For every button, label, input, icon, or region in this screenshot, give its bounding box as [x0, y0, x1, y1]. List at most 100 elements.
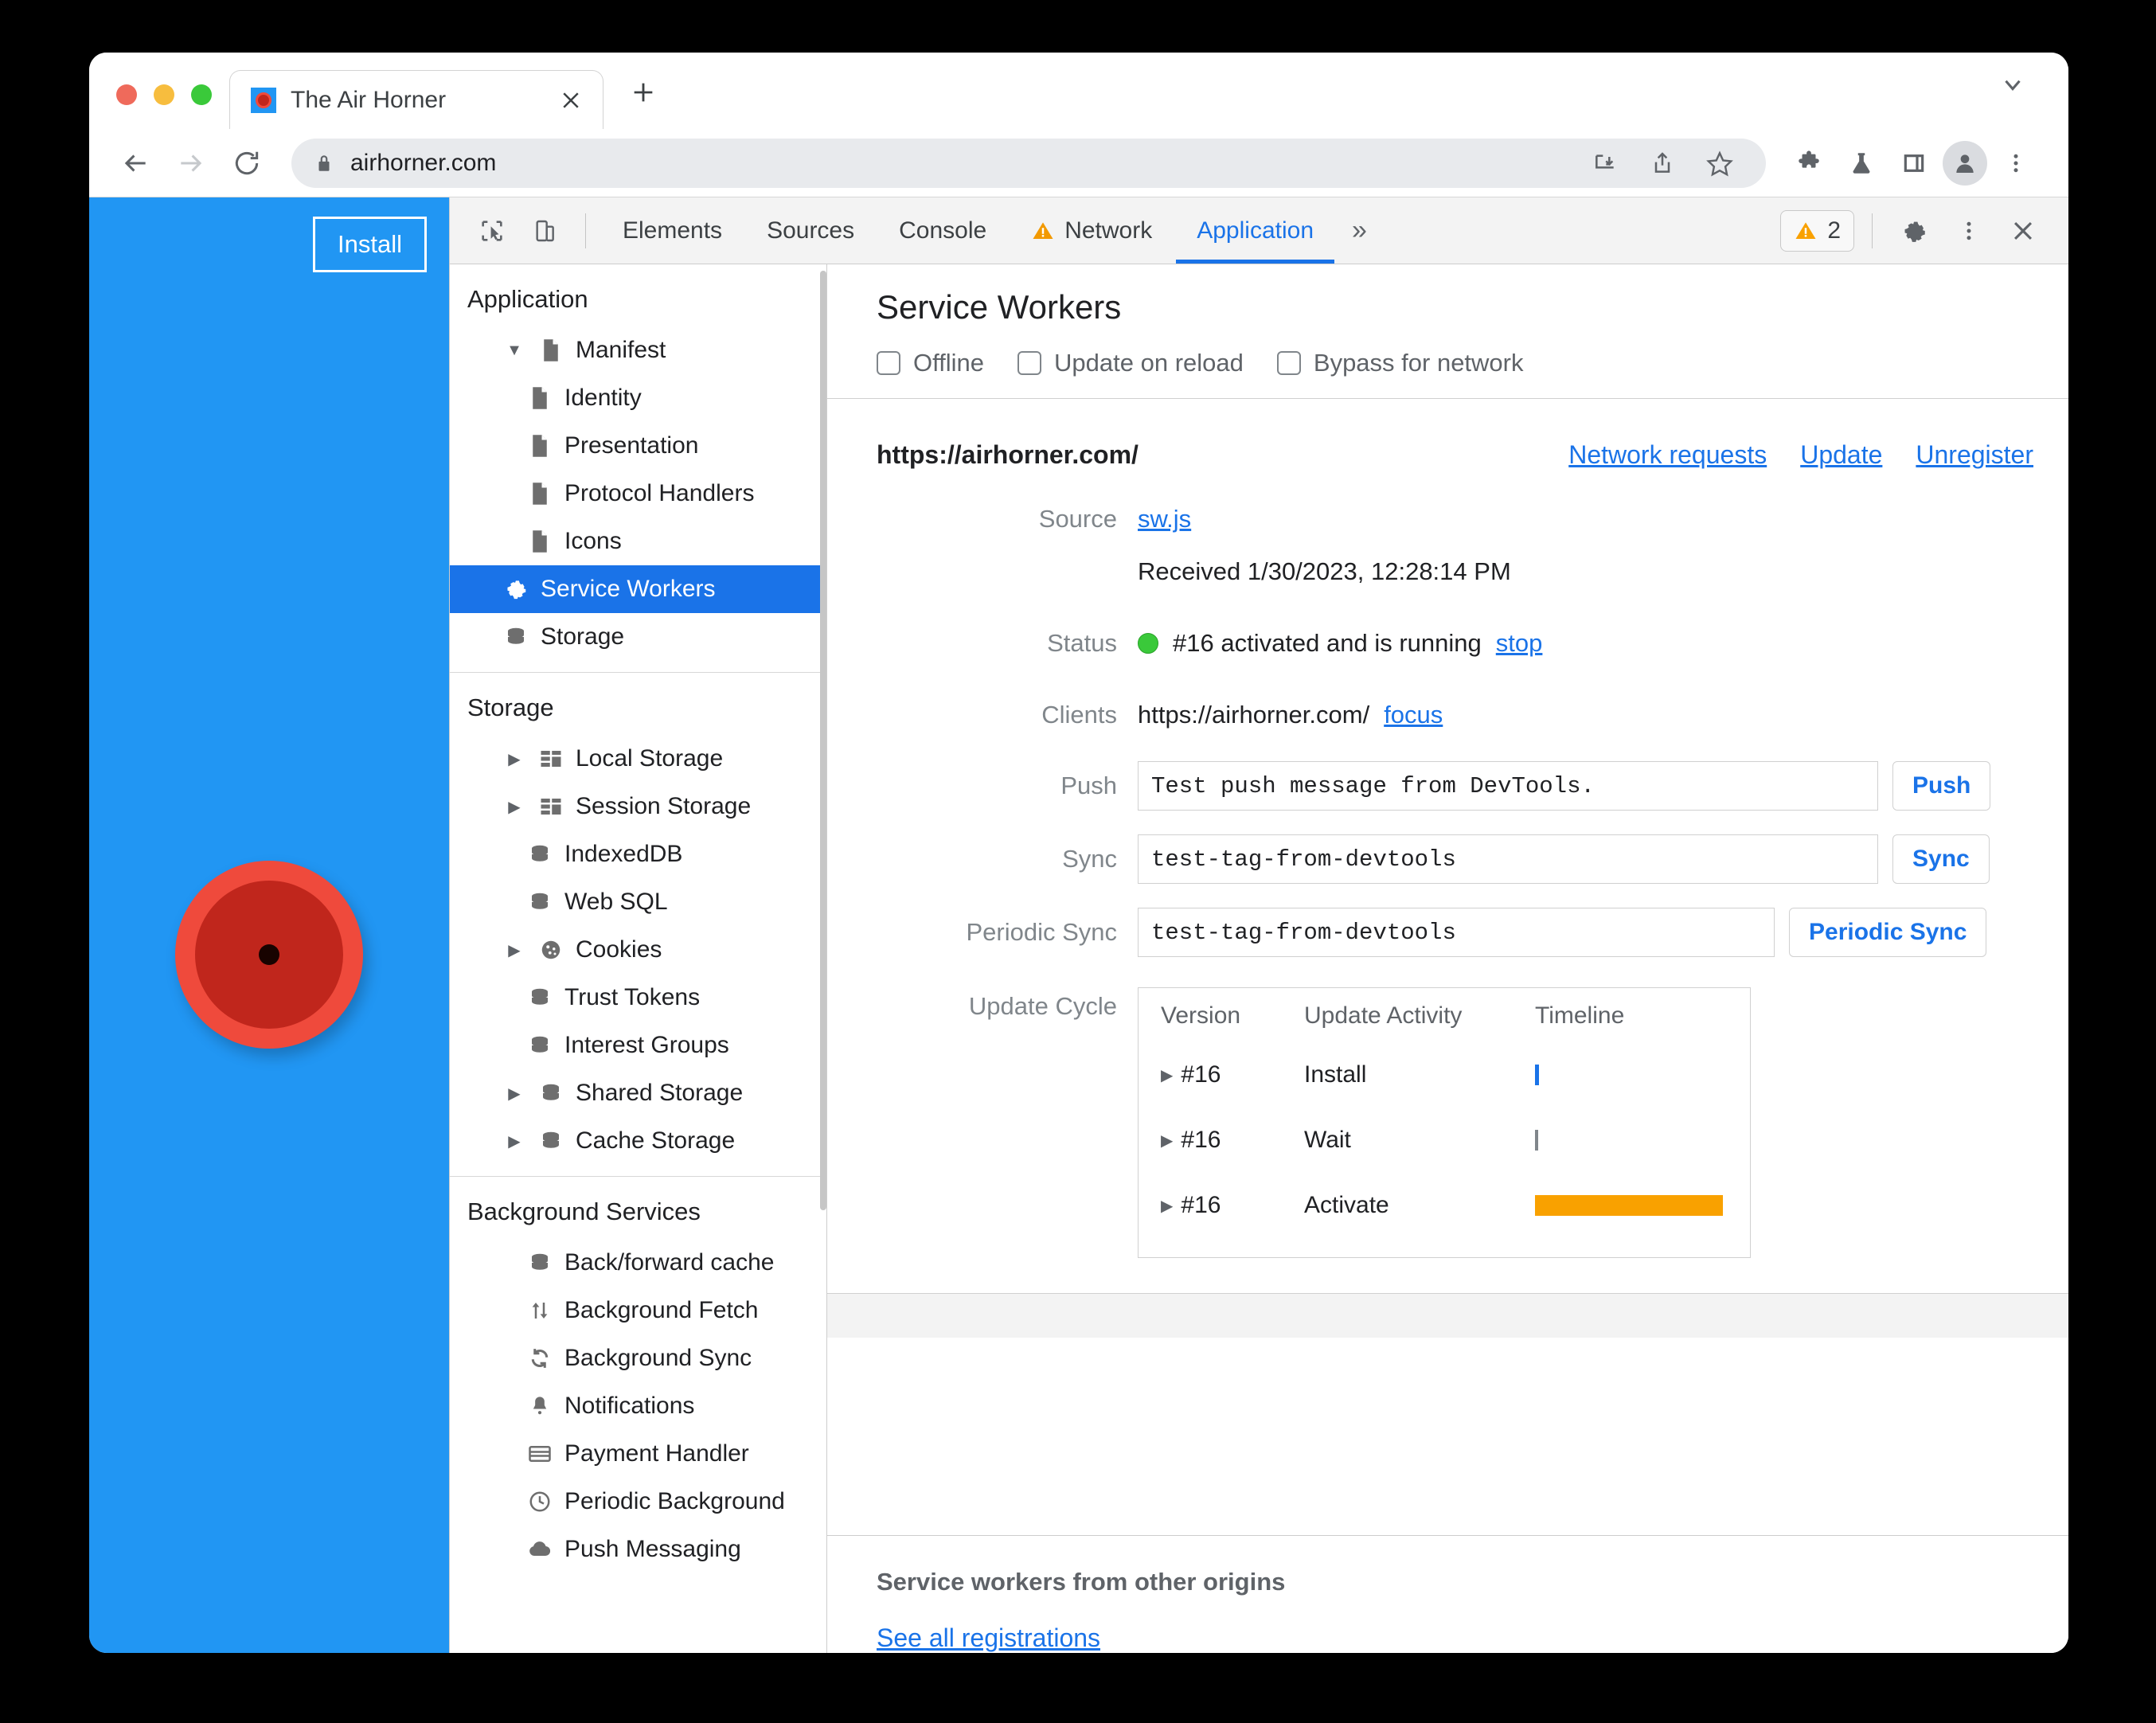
browser-toolbar: airhorner.com — [89, 129, 2068, 197]
sidebar-item-background-fetch[interactable]: Background Fetch — [450, 1287, 826, 1334]
chevron-right-icon[interactable]: ▶ — [1161, 1196, 1173, 1216]
sidebar-scrollbar[interactable] — [818, 264, 826, 1653]
settings-gear-icon[interactable] — [1890, 206, 1939, 256]
minimize-window-button[interactable] — [154, 84, 174, 105]
chevron-right-icon[interactable]: ▶ — [1161, 1131, 1173, 1151]
sidebar-item-local-storage[interactable]: ▶ Local Storage — [450, 735, 826, 783]
sidebar-item-storage[interactable]: Storage — [450, 613, 826, 661]
forward-icon[interactable] — [166, 138, 217, 189]
install-button[interactable]: Install — [313, 217, 427, 272]
chevron-right-icon[interactable]: ▶ — [502, 749, 526, 769]
clients-row: Clients https://airhorner.com/ focus — [827, 693, 2068, 737]
periodic-sync-input[interactable]: test-tag-from-devtools — [1138, 908, 1775, 957]
sidebar-item-session-storage[interactable]: ▶ Session Storage — [450, 783, 826, 830]
table-row[interactable]: ▶ #16 Install — [1161, 1042, 1731, 1108]
stop-link[interactable]: stop — [1496, 621, 1543, 666]
database-icon — [526, 1033, 553, 1057]
profile-avatar-icon[interactable] — [1943, 140, 1987, 186]
sidebar-item-interest-groups[interactable]: Interest Groups — [450, 1022, 826, 1069]
table-row[interactable]: ▶ #16 Activate — [1161, 1173, 1731, 1238]
tab-elements[interactable]: Elements — [602, 198, 743, 264]
sidebar-item-presentation[interactable]: Presentation — [450, 422, 826, 470]
sidebar-item-manifest[interactable]: ▼ Manifest — [450, 326, 826, 374]
address-bar[interactable]: airhorner.com — [291, 138, 1766, 188]
update-link[interactable]: Update — [1800, 440, 1882, 470]
sidebar-item-label: Trust Tokens — [564, 984, 701, 1010]
chevron-down-icon[interactable]: ▼ — [502, 342, 526, 360]
sidebar-item-cookies[interactable]: ▶ Cookies — [450, 926, 826, 974]
sidebar-item-trust-tokens[interactable]: Trust Tokens — [450, 974, 826, 1022]
table-row[interactable]: ▶ #16 Wait — [1161, 1108, 1731, 1173]
sidebar-item-label: Cache Storage — [576, 1127, 736, 1154]
periodic-sync-button[interactable]: Periodic Sync — [1789, 908, 1987, 957]
push-button[interactable]: Push — [1892, 761, 1991, 811]
close-devtools-icon[interactable] — [1998, 206, 2048, 256]
timeline-bar — [1535, 1130, 1538, 1151]
extensions-icon[interactable] — [1785, 139, 1833, 187]
cell-version: ▶ #16 — [1161, 1108, 1304, 1173]
sidebar-item-background-sync[interactable]: Background Sync — [450, 1334, 826, 1382]
chevron-right-icon[interactable]: ▶ — [502, 1084, 526, 1104]
offline-checkbox[interactable]: Offline — [877, 349, 984, 377]
push-label: Push — [1060, 772, 1117, 799]
sidebar-item-service-workers[interactable]: Service Workers — [450, 565, 826, 613]
see-all-registrations-link[interactable]: See all registrations — [877, 1623, 1100, 1652]
air-horn-inner — [195, 880, 343, 1029]
tab-sources[interactable]: Sources — [746, 198, 875, 264]
inspect-element-icon[interactable] — [467, 206, 517, 256]
sidebar-item-web-sql[interactable]: Web SQL — [450, 878, 826, 926]
close-window-button[interactable] — [116, 84, 137, 105]
tab-application[interactable]: Application — [1176, 198, 1334, 264]
tab-console[interactable]: Console — [878, 198, 1007, 264]
chevron-right-icon[interactable]: ▶ — [1161, 1065, 1173, 1085]
sidebar-item-indexeddb[interactable]: IndexedDB — [450, 830, 826, 878]
unregister-link[interactable]: Unregister — [1916, 440, 2033, 470]
back-icon[interactable] — [110, 138, 161, 189]
close-icon[interactable] — [553, 83, 588, 118]
sidebar-item-back-forward-cache[interactable]: Back/forward cache — [450, 1239, 826, 1287]
chevron-right-icon[interactable]: ▶ — [502, 940, 526, 960]
sidebar-item-payment-handler[interactable]: Payment Handler — [450, 1430, 826, 1478]
network-requests-link[interactable]: Network requests — [1568, 440, 1767, 470]
devtools-menu-icon[interactable] — [1944, 206, 1994, 256]
database-icon — [537, 1129, 564, 1153]
focus-link[interactable]: focus — [1384, 693, 1443, 737]
bookmark-star-icon[interactable] — [1696, 139, 1744, 187]
sidebar-item-protocol-handlers[interactable]: Protocol Handlers — [450, 470, 826, 518]
table-icon — [537, 748, 564, 769]
cell-version: ▶ #16 — [1161, 1042, 1304, 1108]
sidebar-item-push-messaging[interactable]: Push Messaging — [450, 1526, 826, 1573]
browser-menu-icon[interactable] — [1992, 139, 2040, 187]
sync-input[interactable]: test-tag-from-devtools — [1138, 834, 1878, 884]
push-input[interactable]: Test push message from DevTools. — [1138, 761, 1878, 811]
update-on-reload-checkbox[interactable]: Update on reload — [1017, 349, 1244, 377]
chevron-right-icon[interactable]: ▶ — [502, 1131, 526, 1151]
tab-network[interactable]: Network — [1010, 198, 1173, 264]
sync-button[interactable]: Sync — [1892, 834, 1990, 884]
new-tab-button[interactable] — [621, 70, 666, 115]
sidebar-item-label: IndexedDB — [564, 841, 683, 867]
side-panel-icon[interactable] — [1890, 139, 1938, 187]
maximize-window-button[interactable] — [191, 84, 212, 105]
device-toolbar-icon[interactable] — [520, 206, 569, 256]
air-horn-button[interactable] — [175, 860, 363, 1049]
sidebar-item-shared-storage[interactable]: ▶ Shared Storage — [450, 1069, 826, 1117]
sidebar-item-notifications[interactable]: Notifications — [450, 1382, 826, 1430]
reload-icon[interactable] — [221, 138, 272, 189]
issues-badge[interactable]: 2 — [1780, 209, 1854, 252]
chevron-right-icon[interactable]: ▶ — [502, 797, 526, 817]
sidebar-item-identity[interactable]: Identity — [450, 374, 826, 422]
sidebar-item-icons[interactable]: Icons — [450, 518, 826, 565]
sidebar-section-storage: Storage ▶ Local Storage ▶ Session Storag… — [450, 673, 826, 1177]
bypass-for-network-checkbox[interactable]: Bypass for network — [1276, 349, 1524, 377]
sidebar-item-periodic-background[interactable]: Periodic Background — [450, 1478, 826, 1526]
more-tabs-icon[interactable]: » — [1338, 215, 1381, 246]
install-app-icon[interactable] — [1581, 139, 1629, 187]
experiments-flask-icon[interactable] — [1838, 139, 1885, 187]
share-icon[interactable] — [1638, 139, 1686, 187]
sidebar-section-title: Background Services — [467, 1198, 701, 1225]
sidebar-item-cache-storage[interactable]: ▶ Cache Storage — [450, 1117, 826, 1165]
source-file-link[interactable]: sw.js — [1138, 497, 1191, 541]
chevron-down-icon[interactable] — [1989, 61, 2037, 108]
browser-tab[interactable]: The Air Horner — [229, 70, 603, 129]
